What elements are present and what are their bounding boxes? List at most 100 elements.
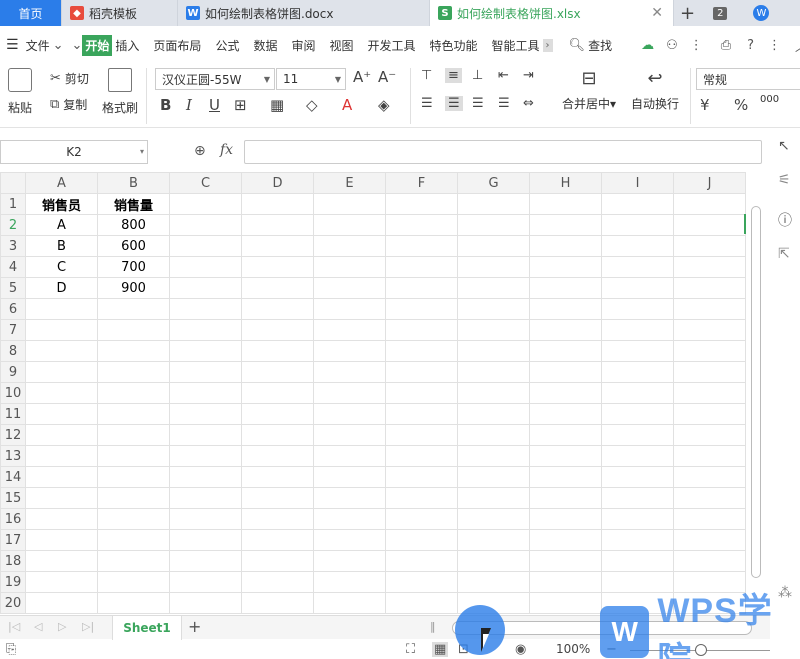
grid-cell[interactable] (457, 487, 530, 509)
grid-cell[interactable] (25, 403, 98, 425)
grid-cell[interactable] (241, 340, 314, 362)
align-bottom-icon[interactable]: ⊥ (472, 68, 483, 83)
more-dots-icon[interactable]: ⋮ (690, 38, 703, 53)
grid-cell[interactable] (169, 466, 242, 488)
row-header[interactable]: 6 (0, 298, 26, 320)
grid-cell[interactable] (97, 487, 170, 509)
grid-cell[interactable] (673, 298, 746, 320)
chevron-down-icon[interactable]: ⌄ (53, 38, 64, 53)
grid-cell[interactable] (97, 382, 170, 404)
formula-input[interactable] (244, 140, 762, 164)
grid-cell[interactable] (241, 298, 314, 320)
grid-cell[interactable] (457, 214, 530, 236)
grid-cell[interactable] (385, 382, 458, 404)
tab-xlsx-document[interactable]: S 如何绘制表格饼图.xlsx ✕ (430, 0, 674, 26)
paste-button[interactable]: 粘贴 (8, 68, 32, 116)
select-pointer-icon[interactable]: ↖ (778, 138, 790, 154)
hamburger-icon[interactable]: ☰ (6, 37, 19, 53)
menu-tab-review[interactable]: 审阅 (288, 37, 318, 54)
grid-cell[interactable]: B (25, 235, 98, 257)
grid-cell[interactable] (601, 256, 674, 278)
justify-icon[interactable]: ☰ (498, 96, 510, 111)
grid-cell[interactable] (169, 214, 242, 236)
menu-tab-special[interactable]: 特色功能 (427, 37, 481, 54)
grid-cell[interactable] (457, 508, 530, 530)
grid-cell[interactable] (313, 193, 386, 215)
grid-cell[interactable] (313, 340, 386, 362)
grid-cell[interactable] (25, 298, 98, 320)
column-header[interactable]: B (97, 172, 170, 194)
italic-icon[interactable]: I (186, 96, 192, 114)
grid-cell[interactable] (529, 277, 602, 299)
grid-cell[interactable] (385, 424, 458, 446)
font-color-icon[interactable]: A (342, 96, 352, 114)
row-header[interactable]: 4 (0, 256, 26, 278)
grid-cell[interactable] (313, 277, 386, 299)
adjust-icon[interactable]: ⚟ (778, 172, 791, 188)
column-header[interactable]: C (169, 172, 242, 194)
tab-home[interactable]: 首页 (0, 0, 62, 26)
search-icon[interactable]: 🔍︎ (569, 38, 586, 53)
prev-sheet-icon[interactable]: ◁ (34, 620, 42, 633)
grid-cell[interactable] (385, 277, 458, 299)
grid-cell[interactable] (169, 487, 242, 509)
grid-cell[interactable] (673, 487, 746, 509)
grid-cell[interactable] (457, 382, 530, 404)
grid-cell[interactable] (673, 340, 746, 362)
grid-cell[interactable]: 800 (97, 214, 170, 236)
grid-cell[interactable] (241, 487, 314, 509)
grid-cell[interactable] (673, 508, 746, 530)
grid-cell[interactable] (385, 445, 458, 467)
grid-cell[interactable] (601, 319, 674, 341)
grid-cell[interactable] (241, 571, 314, 593)
align-center-icon[interactable]: ☰ (445, 96, 463, 111)
grid-cell[interactable] (169, 235, 242, 257)
grid-cell[interactable] (385, 235, 458, 257)
merge-center-button[interactable]: ⊟ 合并居中▾ (562, 68, 616, 112)
grid-cell[interactable] (457, 466, 530, 488)
increase-font-icon[interactable]: A⁺ (353, 68, 371, 86)
grid-cell[interactable] (385, 361, 458, 383)
column-header[interactable]: E (313, 172, 386, 194)
menu-tab-data[interactable]: 数据 (250, 37, 280, 54)
font-name-select[interactable]: 汉仪正圆-55W ▼ (155, 68, 275, 90)
border-icon[interactable]: ⊞ (234, 96, 247, 114)
grid-cell[interactable]: A (25, 214, 98, 236)
fx-icon[interactable]: fx (220, 142, 233, 158)
grid-cell[interactable] (313, 508, 386, 530)
grid-cell[interactable] (601, 466, 674, 488)
grid-cell[interactable] (601, 382, 674, 404)
grid-cell[interactable] (97, 298, 170, 320)
row-header[interactable]: 2 (0, 214, 26, 236)
grid-cell[interactable] (385, 550, 458, 572)
grid-cell[interactable]: 销售员 (25, 193, 98, 215)
first-sheet-icon[interactable]: |◁ (8, 620, 20, 633)
grid-cell[interactable] (529, 466, 602, 488)
help-circle-icon[interactable]: ⓘ (778, 210, 792, 230)
fill-pattern-icon[interactable]: ▦ (270, 96, 284, 114)
grid-cell[interactable] (97, 424, 170, 446)
grid-cell[interactable] (385, 592, 458, 614)
grid-cell[interactable] (313, 214, 386, 236)
select-all-corner[interactable] (0, 172, 26, 194)
grid-cell[interactable] (169, 550, 242, 572)
grid-cell[interactable] (673, 445, 746, 467)
last-sheet-icon[interactable]: ▷| (82, 620, 94, 633)
grid-cell[interactable] (241, 592, 314, 614)
grid-cell[interactable] (601, 193, 674, 215)
collapse-ribbon-icon[interactable]: ︿ (795, 36, 800, 55)
grid-cell[interactable] (241, 256, 314, 278)
grid-cell[interactable] (169, 445, 242, 467)
grid-cell[interactable] (529, 256, 602, 278)
grid-cell[interactable] (169, 340, 242, 362)
grid-cell[interactable] (241, 424, 314, 446)
row-header[interactable]: 1 (0, 193, 26, 215)
grid-cell[interactable] (529, 550, 602, 572)
font-size-select[interactable]: 11 ▼ (276, 68, 346, 90)
grid-cell[interactable] (673, 403, 746, 425)
indent-decrease-icon[interactable]: ⇤ (498, 68, 509, 83)
grid-cell[interactable]: 900 (97, 277, 170, 299)
grid-cell[interactable] (529, 592, 602, 614)
grid-cell[interactable] (385, 298, 458, 320)
grid-cell[interactable] (457, 340, 530, 362)
